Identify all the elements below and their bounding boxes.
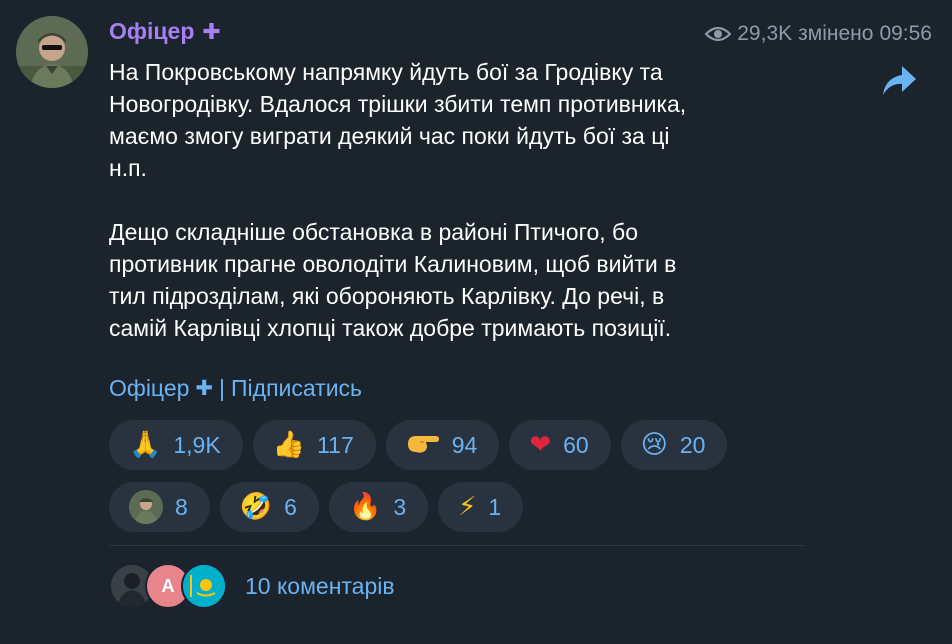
views-count: 29,3K <box>737 22 793 45</box>
reaction-count: 8 <box>175 493 188 520</box>
reactions-row-2: 8 🤣 6 🔥 3 ⚡ 1 <box>109 482 809 532</box>
pointing-hand-svg <box>407 435 439 453</box>
channel-avatar[interactable] <box>16 16 88 88</box>
heart-icon: ❤ <box>529 430 552 460</box>
soldier-avatar-image <box>16 16 88 88</box>
post-meta: 29,3K змінено 09:56 <box>705 22 932 46</box>
reaction-thumbs-up[interactable]: 👍 117 <box>252 420 376 470</box>
reactions-area: 🙏 1,9K 👍 117 94 ❤ 60 😢 20 8 🤣 6 🔥 3 ⚡ 1 <box>109 420 809 544</box>
reaction-count: 117 <box>317 431 354 458</box>
reaction-rofl[interactable]: 🤣 6 <box>219 482 319 532</box>
comments-count-label[interactable]: 10 коментарів <box>245 573 395 600</box>
thumbs-up-icon: 👍 <box>272 430 306 460</box>
comments-button[interactable]: A 10 коментарів <box>109 563 395 609</box>
reactions-row-1: 🙏 1,9K 👍 117 94 ❤ 60 😢 20 <box>109 420 809 470</box>
edited-label: змінено <box>798 22 874 45</box>
forward-button[interactable] <box>880 64 918 98</box>
share-arrow-icon <box>883 66 916 95</box>
subscribe-link[interactable]: Підписатись <box>231 375 362 402</box>
reaction-crying-face[interactable]: 😢 20 <box>620 420 728 470</box>
reaction-count: 1 <box>488 493 502 520</box>
signature-channel-link[interactable]: Офіцер <box>109 375 189 402</box>
reaction-count: 20 <box>679 431 706 458</box>
custom-avatar-icon <box>129 490 163 524</box>
reaction-fire[interactable]: 🔥 3 <box>328 482 429 532</box>
reaction-count: 3 <box>393 493 407 520</box>
post-signature: Офіцер ✚ | Підписатись <box>109 375 362 402</box>
soldier-mini-image <box>129 490 163 524</box>
channel-name-text[interactable]: Офіцер <box>109 18 194 45</box>
channel-name[interactable]: Офіцер ✚ <box>109 18 221 45</box>
reaction-count: 94 <box>451 431 478 458</box>
comments-divider <box>109 545 804 546</box>
plus-badge-icon: ✚ <box>195 377 214 400</box>
reaction-custom-avatar[interactable]: 8 <box>109 482 210 532</box>
reaction-count: 6 <box>284 493 297 520</box>
reaction-count: 60 <box>563 431 589 458</box>
eye-icon <box>705 26 732 42</box>
post-time: 09:56 <box>879 22 932 45</box>
rofl-icon: 🤣 <box>239 492 273 522</box>
pray-icon: 🙏 <box>129 430 162 460</box>
pointing-hand-icon <box>406 430 440 461</box>
reaction-pray[interactable]: 🙏 1,9K <box>109 420 243 470</box>
signature-separator: | <box>219 375 226 401</box>
post-text: На Покровському напрямку йдуть бої за Гр… <box>109 59 687 341</box>
commenter-avatar-3 <box>181 563 227 609</box>
reaction-pointing-hand[interactable]: 94 <box>385 420 500 470</box>
reaction-count: 1,9K <box>173 431 221 458</box>
fire-icon: 🔥 <box>348 492 382 522</box>
plus-badge-icon: ✚ <box>202 18 221 44</box>
crying-face-icon: 😢 <box>640 430 668 460</box>
reaction-heart[interactable]: ❤ 60 <box>509 420 611 470</box>
lightning-icon: ⚡ <box>458 492 477 522</box>
reaction-lightning[interactable]: ⚡ 1 <box>438 482 524 532</box>
kazakhstan-flag-image <box>183 565 225 607</box>
